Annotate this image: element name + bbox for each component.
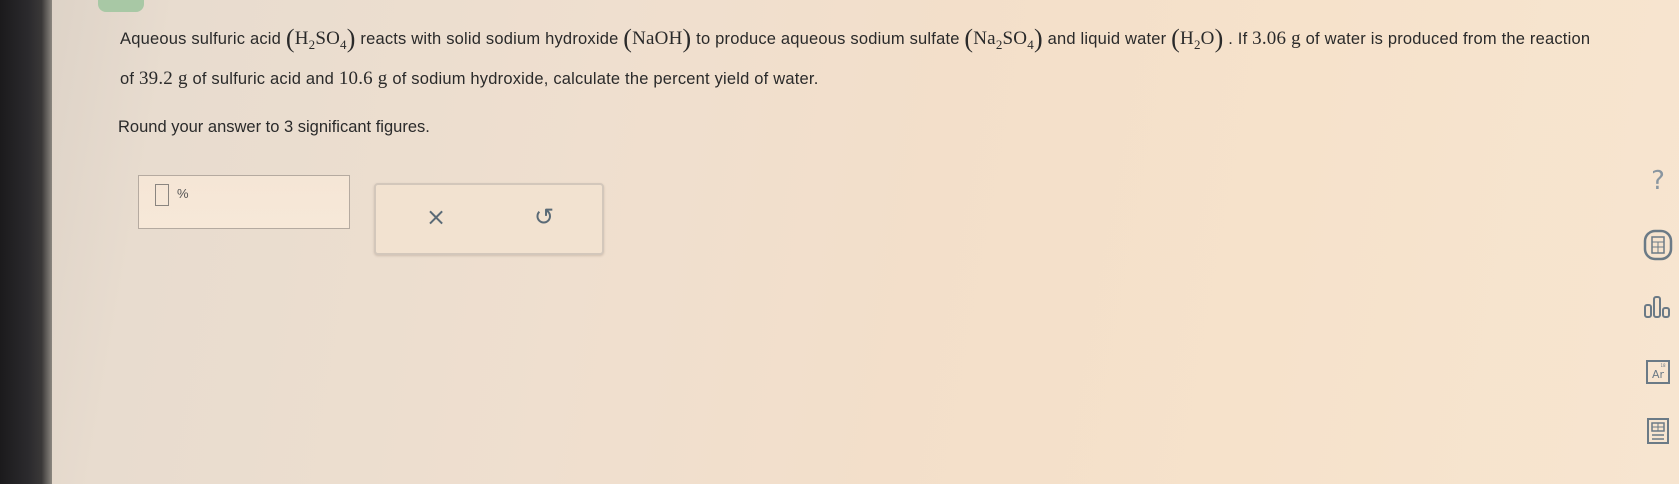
periodic-table-icon: Ar 18: [1646, 360, 1670, 384]
svg-text:18: 18: [1660, 363, 1666, 368]
top-tab[interactable]: [98, 0, 144, 12]
rounding-instruction: Round your answer to 3 significant figur…: [118, 118, 430, 136]
answer-box: %: [138, 175, 350, 229]
reference-icon: [1647, 418, 1669, 444]
undo-button[interactable]: ↺: [524, 199, 564, 235]
periodic-table-button[interactable]: Ar 18: [1640, 355, 1676, 389]
formula-sodium-hydroxide: (NaOH): [623, 24, 692, 53]
formula-water: (H2O): [1171, 24, 1224, 53]
monitor-bezel: [0, 0, 52, 484]
calculator-button[interactable]: [1640, 228, 1676, 262]
bar-chart-icon: [1644, 296, 1670, 318]
answer-input[interactable]: [155, 184, 169, 206]
close-icon: ×: [425, 203, 447, 231]
clear-button[interactable]: ×: [416, 199, 456, 235]
formula-sulfuric-acid: (H2SO4): [285, 24, 356, 53]
help-button[interactable]: ?: [1640, 164, 1676, 198]
screen: Aqueous sulfuric acid (H2SO4) reacts wit…: [0, 0, 1679, 484]
data-chart-button[interactable]: [1640, 290, 1676, 324]
action-button-group: × ↺: [374, 183, 604, 255]
percent-unit-label: %: [177, 186, 189, 201]
formula-sodium-sulfate: (Na2SO4): [964, 24, 1043, 53]
question-text: Aqueous sulfuric acid (H2SO4) reacts wit…: [120, 24, 1591, 89]
water-mass: 3.06 g: [1252, 28, 1301, 49]
acid-mass: 39.2 g: [138, 68, 188, 89]
reference-button[interactable]: [1640, 414, 1676, 448]
calculator-icon: [1643, 229, 1673, 261]
svg-text:Ar: Ar: [1652, 368, 1665, 381]
undo-icon: ↺: [533, 203, 555, 231]
base-mass: 10.6 g: [338, 68, 388, 89]
question-mark-icon: ?: [1651, 166, 1665, 196]
